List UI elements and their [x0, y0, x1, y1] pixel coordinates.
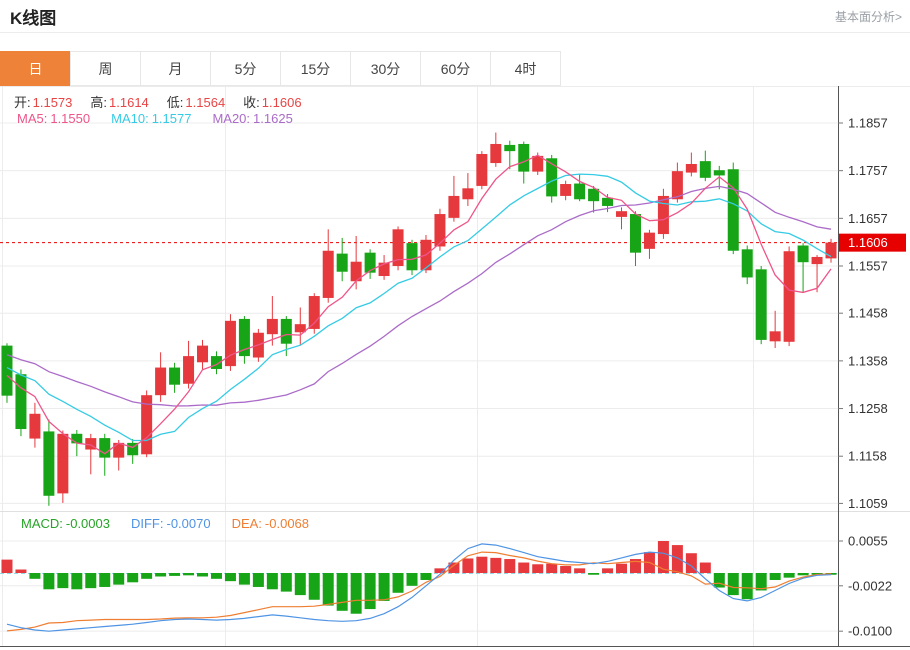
candle: [309, 293, 320, 334]
candle: [15, 369, 26, 436]
candle: [85, 434, 96, 475]
tab-week[interactable]: 周: [70, 51, 141, 86]
candle: [448, 176, 459, 222]
svg-text:1.1458: 1.1458: [848, 306, 888, 321]
candle: [99, 434, 110, 476]
price-axis-labels: 1.1857 1.1757 1.1657 1.1557 1.1458 1.1358 1.12…: [838, 116, 888, 511]
candle: [728, 163, 739, 255]
candle: [784, 246, 795, 346]
axis-frame: [0, 86, 910, 647]
chart-area: 1.1857 1.1757 1.1657 1.1557 1.1458 1.1358 1.12…: [0, 86, 910, 649]
tab-month[interactable]: 月: [140, 51, 211, 86]
candle: [756, 266, 767, 344]
macd-histogram: [1, 541, 836, 614]
svg-text:1.1557: 1.1557: [848, 259, 888, 274]
svg-text:-0.0100: -0.0100: [848, 624, 892, 639]
candle: [43, 420, 54, 506]
candle: [462, 173, 473, 206]
svg-text:1.1757: 1.1757: [848, 163, 888, 178]
svg-text:1.1258: 1.1258: [848, 401, 888, 416]
svg-text:1.1358: 1.1358: [848, 353, 888, 368]
tab-60min[interactable]: 60分: [420, 51, 491, 86]
tab-4hour[interactable]: 4时: [490, 51, 561, 86]
grid-lines: [0, 86, 910, 646]
candle: [323, 229, 334, 302]
macd-axis-labels: 0.0055 -0.0022 -0.0100: [838, 534, 892, 639]
candle: [225, 314, 236, 371]
candle: [379, 255, 390, 280]
svg-text:1.1657: 1.1657: [848, 211, 888, 226]
svg-text:1.1606: 1.1606: [848, 235, 888, 250]
candle: [169, 363, 180, 393]
tab-30min[interactable]: 30分: [350, 51, 421, 86]
svg-text:-0.0022: -0.0022: [848, 578, 892, 593]
tab-15min[interactable]: 15分: [280, 51, 351, 86]
candle: [812, 255, 823, 292]
current-price-badge: 1.1606: [839, 234, 906, 252]
candle: [141, 390, 152, 457]
candle: [29, 403, 40, 448]
diff-line: [7, 544, 831, 631]
candle: [197, 340, 208, 370]
svg-text:1.1158: 1.1158: [848, 449, 887, 464]
candle: [239, 316, 250, 364]
candle: [560, 181, 571, 201]
ma20-line: [7, 186, 831, 406]
candle: [686, 153, 697, 177]
candle: [127, 439, 138, 464]
candle: [630, 211, 641, 266]
page-header: K线图 基本面分析>: [0, 0, 910, 33]
page-title: K线图: [10, 4, 56, 29]
candle: [57, 430, 68, 502]
candle: [742, 246, 753, 285]
tab-5min[interactable]: 5分: [210, 51, 281, 86]
candle: [700, 151, 711, 182]
fundamental-analysis-link[interactable]: 基本面分析>: [835, 8, 902, 25]
candle: [365, 249, 376, 279]
candle: [155, 352, 166, 402]
svg-text:1.1059: 1.1059: [848, 496, 888, 511]
candle: [434, 209, 445, 251]
candle: [1, 343, 12, 403]
candle: [770, 311, 781, 348]
svg-text:0.0055: 0.0055: [848, 534, 888, 549]
candle: [393, 226, 404, 270]
interval-tabs: 日 周 月 5分 15分 30分 60分 4时: [0, 51, 910, 86]
tab-day[interactable]: 日: [0, 51, 71, 86]
candle: [798, 243, 809, 292]
candle: [183, 341, 194, 389]
svg-text:1.1857: 1.1857: [848, 116, 888, 131]
candle: [644, 230, 655, 259]
candle: [476, 151, 487, 189]
candle: [490, 133, 501, 167]
kline-chart-canvas[interactable]: 1.1857 1.1757 1.1657 1.1557 1.1458 1.1358 1.12…: [0, 86, 910, 649]
candlestick-series: [1, 133, 836, 506]
candle: [658, 189, 669, 239]
candle: [337, 238, 348, 281]
